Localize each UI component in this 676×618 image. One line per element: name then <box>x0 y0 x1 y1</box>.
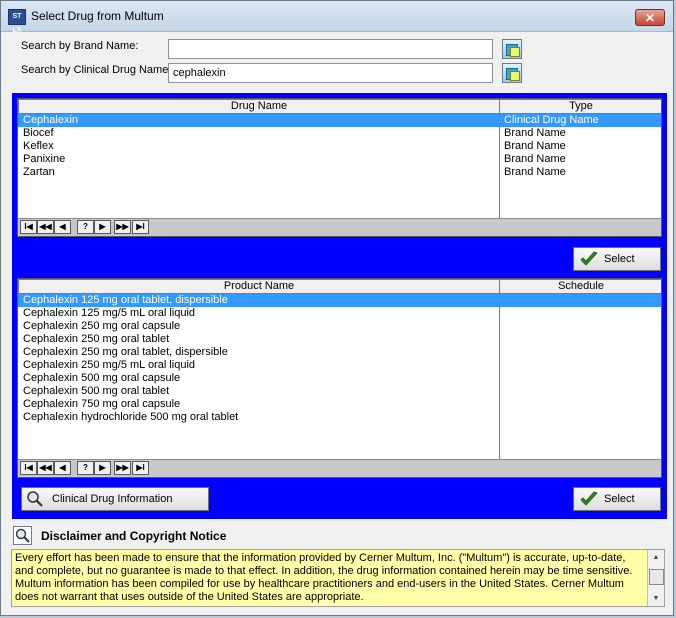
next-record-button[interactable]: ▶ <box>94 220 111 234</box>
prior-page-button[interactable]: ◀◀ <box>37 220 54 234</box>
table-row[interactable]: Cephalexin 250 mg/5 mL oral liquid <box>18 359 661 372</box>
drug-name-cell: Biocef <box>23 127 54 139</box>
first-record-button[interactable]: I◀ <box>20 461 37 475</box>
select-product-button[interactable]: Select <box>573 487 661 511</box>
product-grid-navigator: I◀ ◀◀ ◀ ? ▶ ▶▶ ▶I <box>18 459 661 477</box>
first-record-button[interactable]: I◀ <box>20 220 37 234</box>
prior-record-button[interactable]: ◀ <box>54 220 71 234</box>
app-icon: ST LX <box>8 9 26 34</box>
table-row[interactable]: Cephalexin 250 mg oral tablet <box>18 333 661 346</box>
table-row[interactable]: Cephalexin hydrochloride 500 mg oral tab… <box>18 411 661 424</box>
drug-type-cell: Brand Name <box>504 153 566 165</box>
checkmark-icon <box>580 491 598 506</box>
scroll-up-icon[interactable]: ▲ <box>648 550 664 565</box>
disclaimer-title: Disclaimer and Copyright Notice <box>41 529 227 543</box>
magnifier-icon <box>15 528 30 543</box>
disclaimer-text: Every effort has been made to ensure tha… <box>15 552 633 603</box>
product-name-cell: Cephalexin 250 mg/5 mL oral liquid <box>23 359 196 371</box>
drug-type-cell: Brand Name <box>504 127 566 139</box>
help-button[interactable]: ? <box>77 220 94 234</box>
drug-grid: Drug Name Type Cephalexin Clinical Drug N… <box>17 98 662 237</box>
schedule-column-header[interactable]: Schedule <box>499 279 661 294</box>
drug-type-cell: Clinical Drug Name <box>504 114 599 126</box>
type-column-header[interactable]: Type <box>499 99 661 114</box>
drug-name-cell: Zartan <box>23 166 55 178</box>
results-panel: Drug Name Type Cephalexin Clinical Drug N… <box>12 93 667 519</box>
table-row[interactable]: Cephalexin 125 mg/5 mL oral liquid <box>18 307 661 320</box>
next-record-button[interactable]: ▶ <box>94 461 111 475</box>
table-row[interactable]: Cephalexin 125 mg oral tablet, dispersib… <box>18 294 661 307</box>
help-button[interactable]: ? <box>77 461 94 475</box>
disclaimer-scrollbar[interactable]: ▲ ▼ <box>647 550 664 606</box>
product-name-cell: Cephalexin 125 mg oral tablet, dispersib… <box>23 294 228 306</box>
select-label: Select <box>604 253 635 265</box>
clinical-drug-information-button[interactable]: Clinical Drug Information <box>21 487 209 511</box>
drug-name-cell: Panixine <box>23 153 66 165</box>
drug-name-cell: Cephalexin <box>23 114 79 126</box>
drug-type-cell: Brand Name <box>504 166 566 178</box>
window-title: Select Drug from Multum <box>31 9 164 23</box>
clinical-search-label: Search by Clinical Drug Name: <box>21 64 172 76</box>
product-name-cell: Cephalexin 500 mg oral capsule <box>23 372 181 384</box>
table-row[interactable]: Biocef Brand Name <box>18 127 661 140</box>
scroll-thumb[interactable] <box>649 569 664 585</box>
drug-type-cell: Brand Name <box>504 140 566 152</box>
drug-name-cell: Keflex <box>23 140 54 152</box>
clinical-info-label: Clinical Drug Information <box>52 493 173 505</box>
product-name-cell: Cephalexin 750 mg oral capsule <box>23 398 181 410</box>
table-row[interactable]: Cephalexin Clinical Drug Name <box>18 114 661 127</box>
product-name-cell: Cephalexin 500 mg oral tablet <box>23 385 170 397</box>
clinical-search-button[interactable] <box>502 63 522 83</box>
drug-grid-navigator: I◀ ◀◀ ◀ ? ▶ ▶▶ ▶I <box>18 218 661 236</box>
prior-record-button[interactable]: ◀ <box>54 461 71 475</box>
next-page-button[interactable]: ▶▶ <box>114 220 131 234</box>
title-bar[interactable]: ST LX Select Drug from Multum ✕ <box>1 1 673 34</box>
table-row[interactable]: Zartan Brand Name <box>18 166 661 179</box>
brand-search-input[interactable] <box>168 39 493 59</box>
close-button[interactable]: ✕ <box>635 9 665 26</box>
table-row[interactable]: Cephalexin 500 mg oral tablet <box>18 385 661 398</box>
table-row[interactable]: Keflex Brand Name <box>18 140 661 153</box>
table-row[interactable]: Cephalexin 750 mg oral capsule <box>18 398 661 411</box>
product-name-cell: Cephalexin 125 mg/5 mL oral liquid <box>23 307 196 319</box>
product-name-cell: Cephalexin 250 mg oral tablet, dispersib… <box>23 346 228 358</box>
disclaimer-toggle-button[interactable] <box>13 526 32 545</box>
drug-name-column-header[interactable]: Drug Name <box>18 99 500 114</box>
product-name-cell: Cephalexin 250 mg oral tablet <box>23 333 170 345</box>
select-drug-button[interactable]: Select <box>573 247 661 271</box>
last-record-button[interactable]: ▶I <box>132 220 149 234</box>
disclaimer-textbox[interactable]: Every effort has been made to ensure tha… <box>11 549 665 607</box>
magnifier-icon <box>27 491 43 507</box>
checkmark-icon <box>580 251 598 266</box>
last-record-button[interactable]: ▶I <box>132 461 149 475</box>
brand-search-button[interactable] <box>502 39 522 59</box>
prior-page-button[interactable]: ◀◀ <box>37 461 54 475</box>
table-row[interactable]: Cephalexin 250 mg oral tablet, dispersib… <box>18 346 661 359</box>
table-row[interactable]: Cephalexin 250 mg oral capsule <box>18 320 661 333</box>
product-grid: Product Name Schedule Cephalexin 125 mg … <box>17 278 662 478</box>
clinical-search-input[interactable] <box>168 63 493 83</box>
product-name-cell: Cephalexin 250 mg oral capsule <box>23 320 181 332</box>
table-row[interactable]: Panixine Brand Name <box>18 153 661 166</box>
select-label: Select <box>604 493 635 505</box>
dialog-window: ST LX Select Drug from Multum ✕ Search b… <box>0 0 674 616</box>
next-page-button[interactable]: ▶▶ <box>114 461 131 475</box>
brand-search-label: Search by Brand Name: <box>21 40 139 52</box>
scroll-down-icon[interactable]: ▼ <box>648 591 664 606</box>
table-row[interactable]: Cephalexin 500 mg oral capsule <box>18 372 661 385</box>
product-name-column-header[interactable]: Product Name <box>18 279 500 294</box>
product-name-cell: Cephalexin hydrochloride 500 mg oral tab… <box>23 411 239 423</box>
disclaimer-header: Disclaimer and Copyright Notice <box>1 522 673 548</box>
search-area: Search by Brand Name: Search by Clinical… <box>1 32 673 90</box>
